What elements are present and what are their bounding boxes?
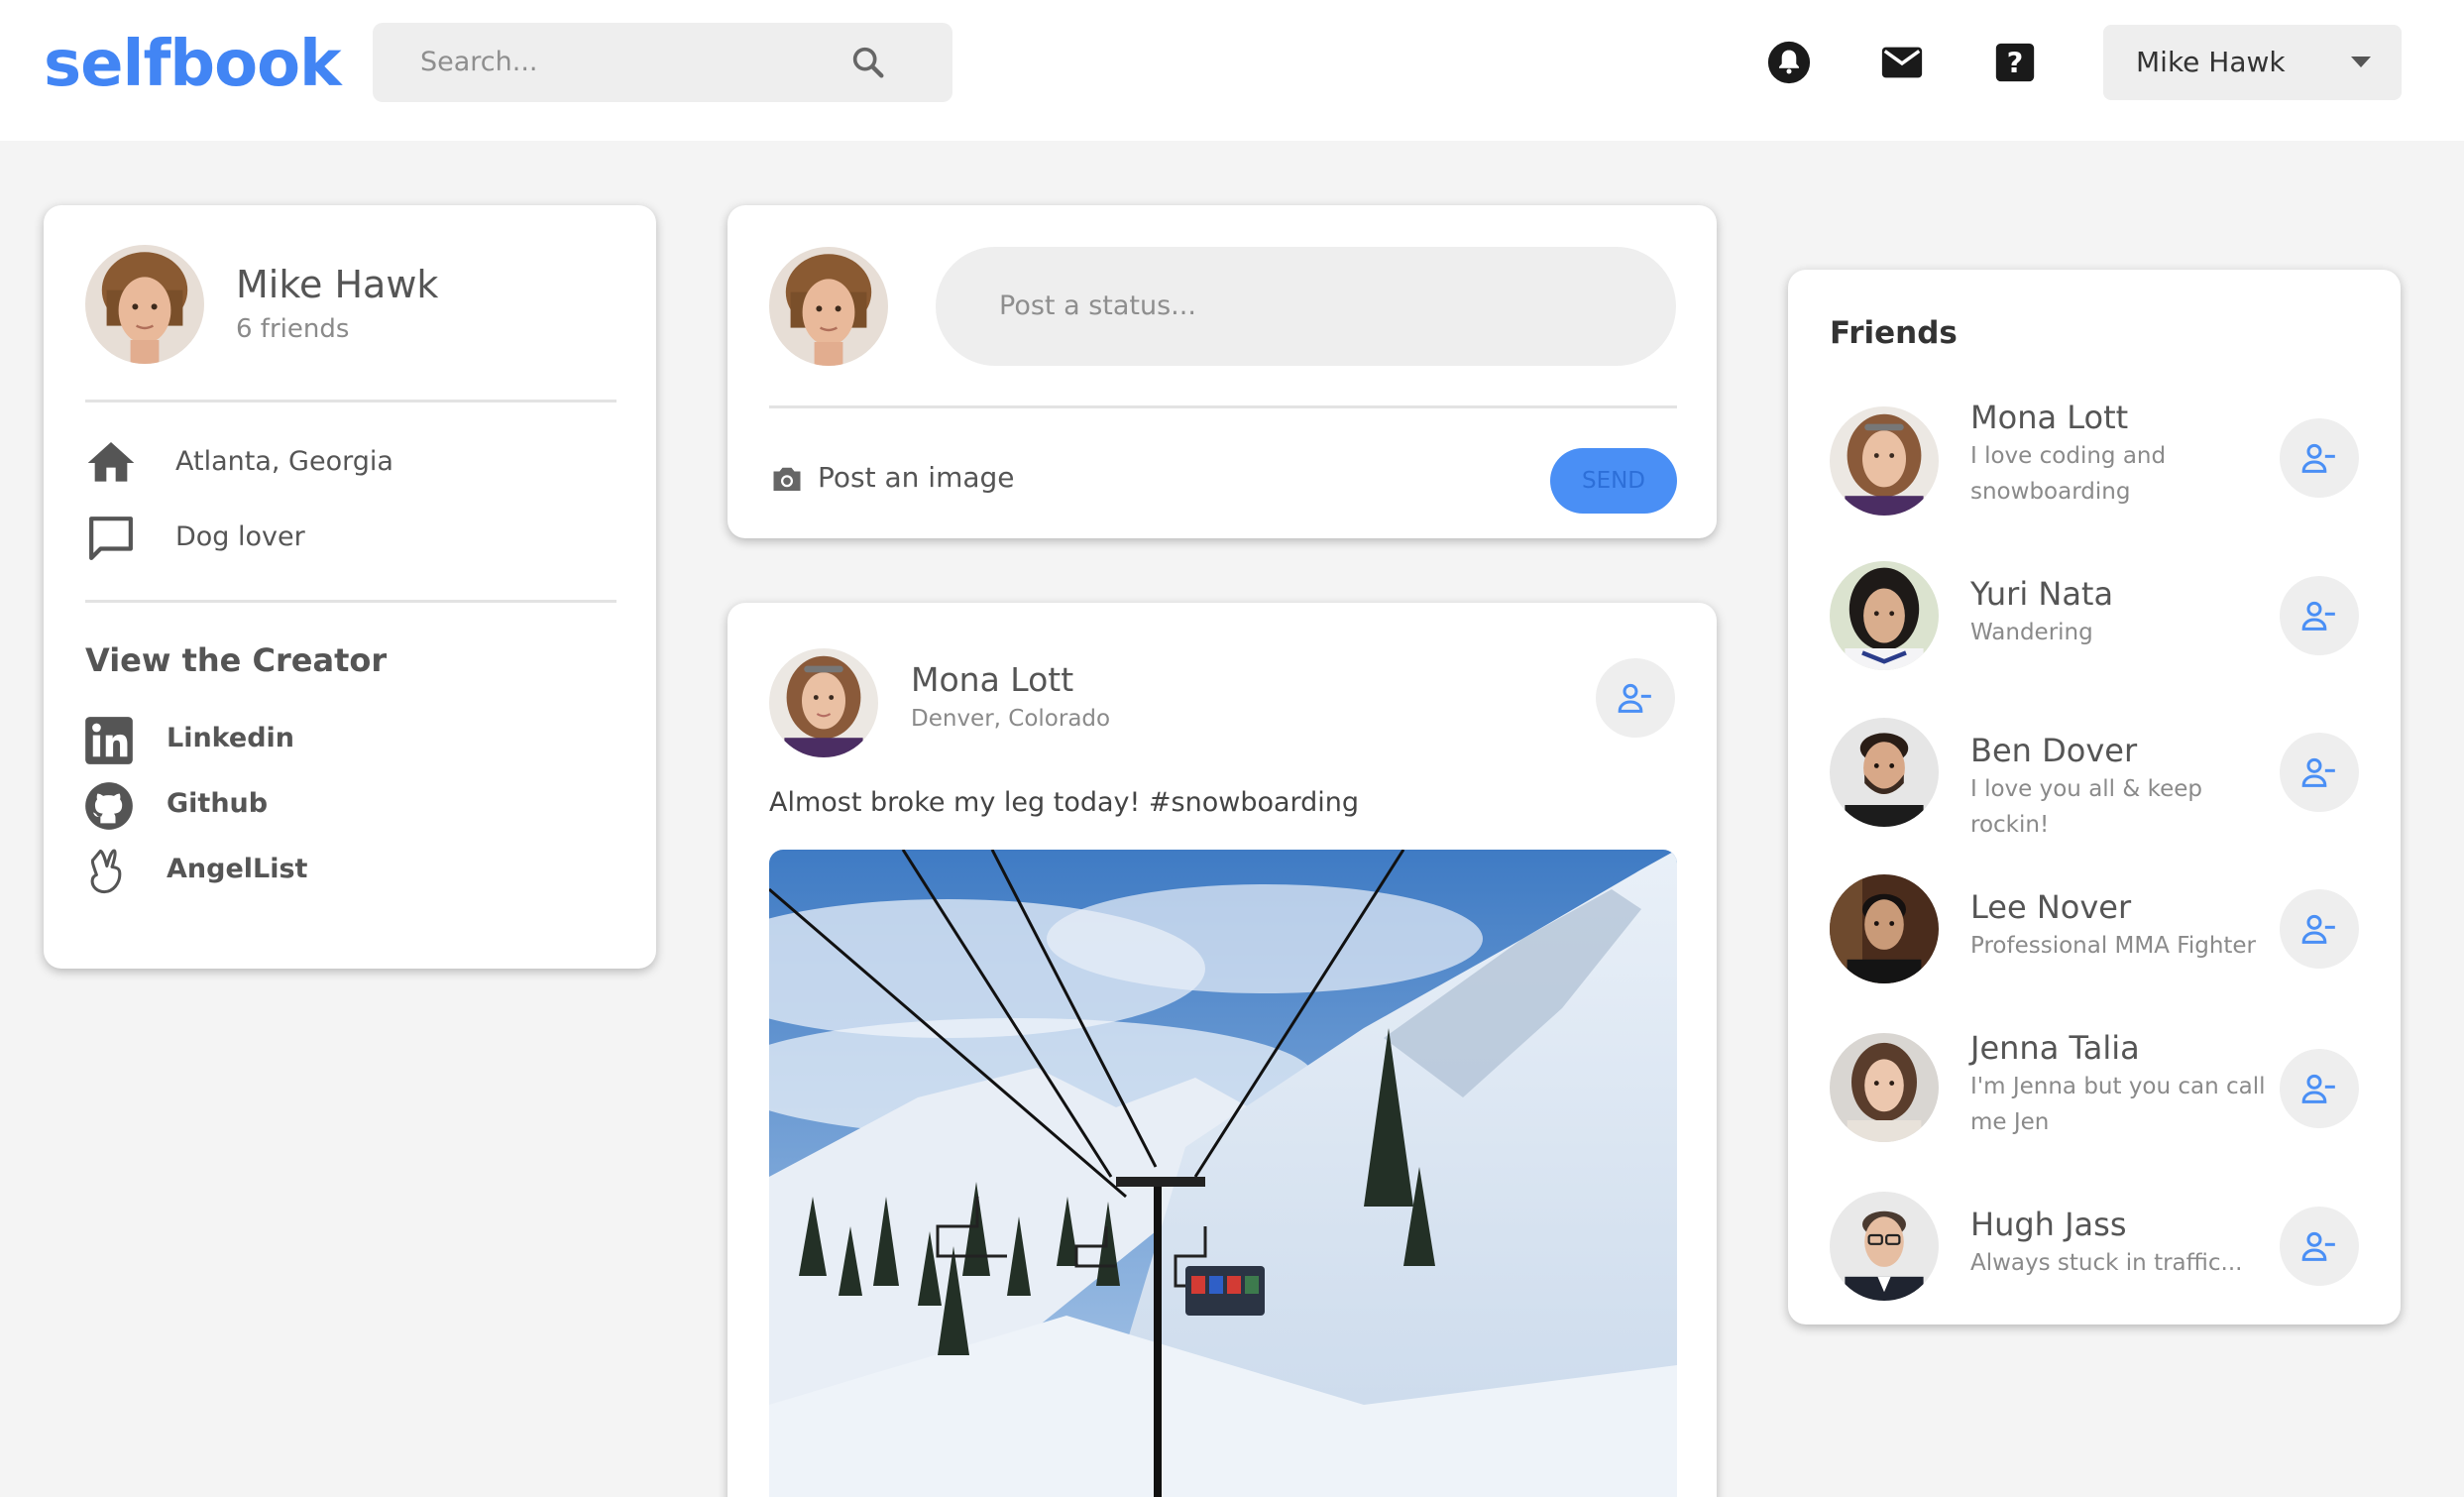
person-remove-icon xyxy=(2301,601,2335,631)
friend-avatar[interactable] xyxy=(1830,406,1939,516)
person-remove-icon xyxy=(1618,683,1651,713)
remove-friend-button[interactable] xyxy=(2280,1049,2359,1128)
friend-name[interactable]: Yuri Nata xyxy=(1970,575,2113,613)
creator-heading: View the Creator xyxy=(85,641,388,679)
divider xyxy=(85,400,616,403)
friends-title: Friends xyxy=(1830,315,1958,351)
friend-avatar[interactable] xyxy=(1830,718,1939,827)
profile-avatar[interactable] xyxy=(85,245,204,364)
post-text: Almost broke my leg today! #snowboarding xyxy=(769,787,1360,818)
profile-name: Mike Hawk xyxy=(236,263,439,306)
status-placeholder: Post a status... xyxy=(999,290,1196,321)
remove-friend-button[interactable] xyxy=(2280,733,2359,812)
post-author-avatar[interactable] xyxy=(769,648,878,757)
friend-avatar[interactable] xyxy=(1830,561,1939,670)
friends-card: Friends Mona Lott I love coding and snow… xyxy=(1788,270,2401,1324)
friend-description: I'm Jenna but you can call me Jen xyxy=(1970,1074,2266,1135)
send-button[interactable]: SEND xyxy=(1550,448,1677,514)
remove-friend-button[interactable] xyxy=(2280,418,2359,498)
bell-icon[interactable] xyxy=(1766,40,1812,85)
user-menu-label: Mike Hawk xyxy=(2136,46,2286,78)
profile-bio: Dog lover xyxy=(175,521,305,552)
search-input[interactable]: Search... xyxy=(373,23,952,102)
camera-icon[interactable] xyxy=(769,461,805,497)
top-bar: selfbook Search... ? Mike Hawk xyxy=(0,0,2464,141)
composer-card: Post a status... Post an image SEND xyxy=(728,205,1717,538)
chevron-down-icon xyxy=(2351,57,2371,67)
remove-friend-button[interactable] xyxy=(2280,1207,2359,1286)
remove-friend-button[interactable] xyxy=(2280,889,2359,969)
remove-friend-button[interactable] xyxy=(1596,658,1675,738)
friend-avatar[interactable] xyxy=(1830,1033,1939,1142)
comment-icon xyxy=(89,517,133,560)
friend-description: I love you all & keep rockin! xyxy=(1970,776,2203,838)
search-placeholder: Search... xyxy=(420,47,538,77)
home-icon xyxy=(87,442,135,482)
remove-friend-button[interactable] xyxy=(2280,576,2359,655)
linkedin-icon[interactable] xyxy=(83,715,135,766)
person-remove-icon xyxy=(2301,914,2335,944)
composer-avatar xyxy=(769,247,888,366)
person-remove-icon xyxy=(2301,1231,2335,1261)
github-link[interactable]: Github xyxy=(167,788,268,819)
friend-name[interactable]: Mona Lott xyxy=(1970,399,2128,436)
profile-card: Mike Hawk 6 friends Atlanta, Georgia Dog… xyxy=(44,205,656,969)
angellist-icon[interactable] xyxy=(83,846,135,897)
svg-text:?: ? xyxy=(2007,47,2024,80)
friend-name[interactable]: Jenna Talia xyxy=(1970,1029,2140,1067)
friend-name[interactable]: Hugh Jass xyxy=(1970,1206,2127,1243)
user-menu-dropdown[interactable]: Mike Hawk xyxy=(2103,25,2402,100)
friend-name[interactable]: Lee Nover xyxy=(1970,888,2131,926)
friends-count: 6 friends xyxy=(236,314,350,344)
post-card: Mona Lott Denver, Colorado Almost broke … xyxy=(728,603,1717,1497)
linkedin-link[interactable]: Linkedin xyxy=(167,723,294,753)
github-icon[interactable] xyxy=(83,780,135,832)
help-icon[interactable]: ? xyxy=(1992,40,2038,85)
angellist-link[interactable]: AngelList xyxy=(167,854,307,884)
post-author-name[interactable]: Mona Lott xyxy=(911,660,1073,699)
person-remove-icon xyxy=(2301,1074,2335,1103)
friend-description: Always stuck in traffic... xyxy=(1970,1250,2243,1276)
logo[interactable]: selfbook xyxy=(44,28,342,101)
friend-description: Wandering xyxy=(1970,620,2093,645)
friend-description: I love coding and snowboarding xyxy=(1970,443,2167,505)
divider xyxy=(769,405,1677,408)
post-image-button[interactable]: Post an image xyxy=(818,461,1015,494)
post-location: Denver, Colorado xyxy=(911,706,1111,732)
status-input[interactable]: Post a status... xyxy=(936,247,1676,366)
divider xyxy=(85,600,616,603)
person-remove-icon xyxy=(2301,443,2335,473)
profile-location: Atlanta, Georgia xyxy=(175,446,393,477)
mail-icon[interactable] xyxy=(1879,40,1925,85)
post-image[interactable] xyxy=(769,850,1677,1497)
friend-avatar[interactable] xyxy=(1830,874,1939,983)
friend-avatar[interactable] xyxy=(1830,1192,1939,1301)
friend-name[interactable]: Ben Dover xyxy=(1970,732,2137,769)
person-remove-icon xyxy=(2301,757,2335,787)
friend-description: Professional MMA Fighter xyxy=(1970,933,2257,959)
search-icon[interactable] xyxy=(848,43,888,82)
